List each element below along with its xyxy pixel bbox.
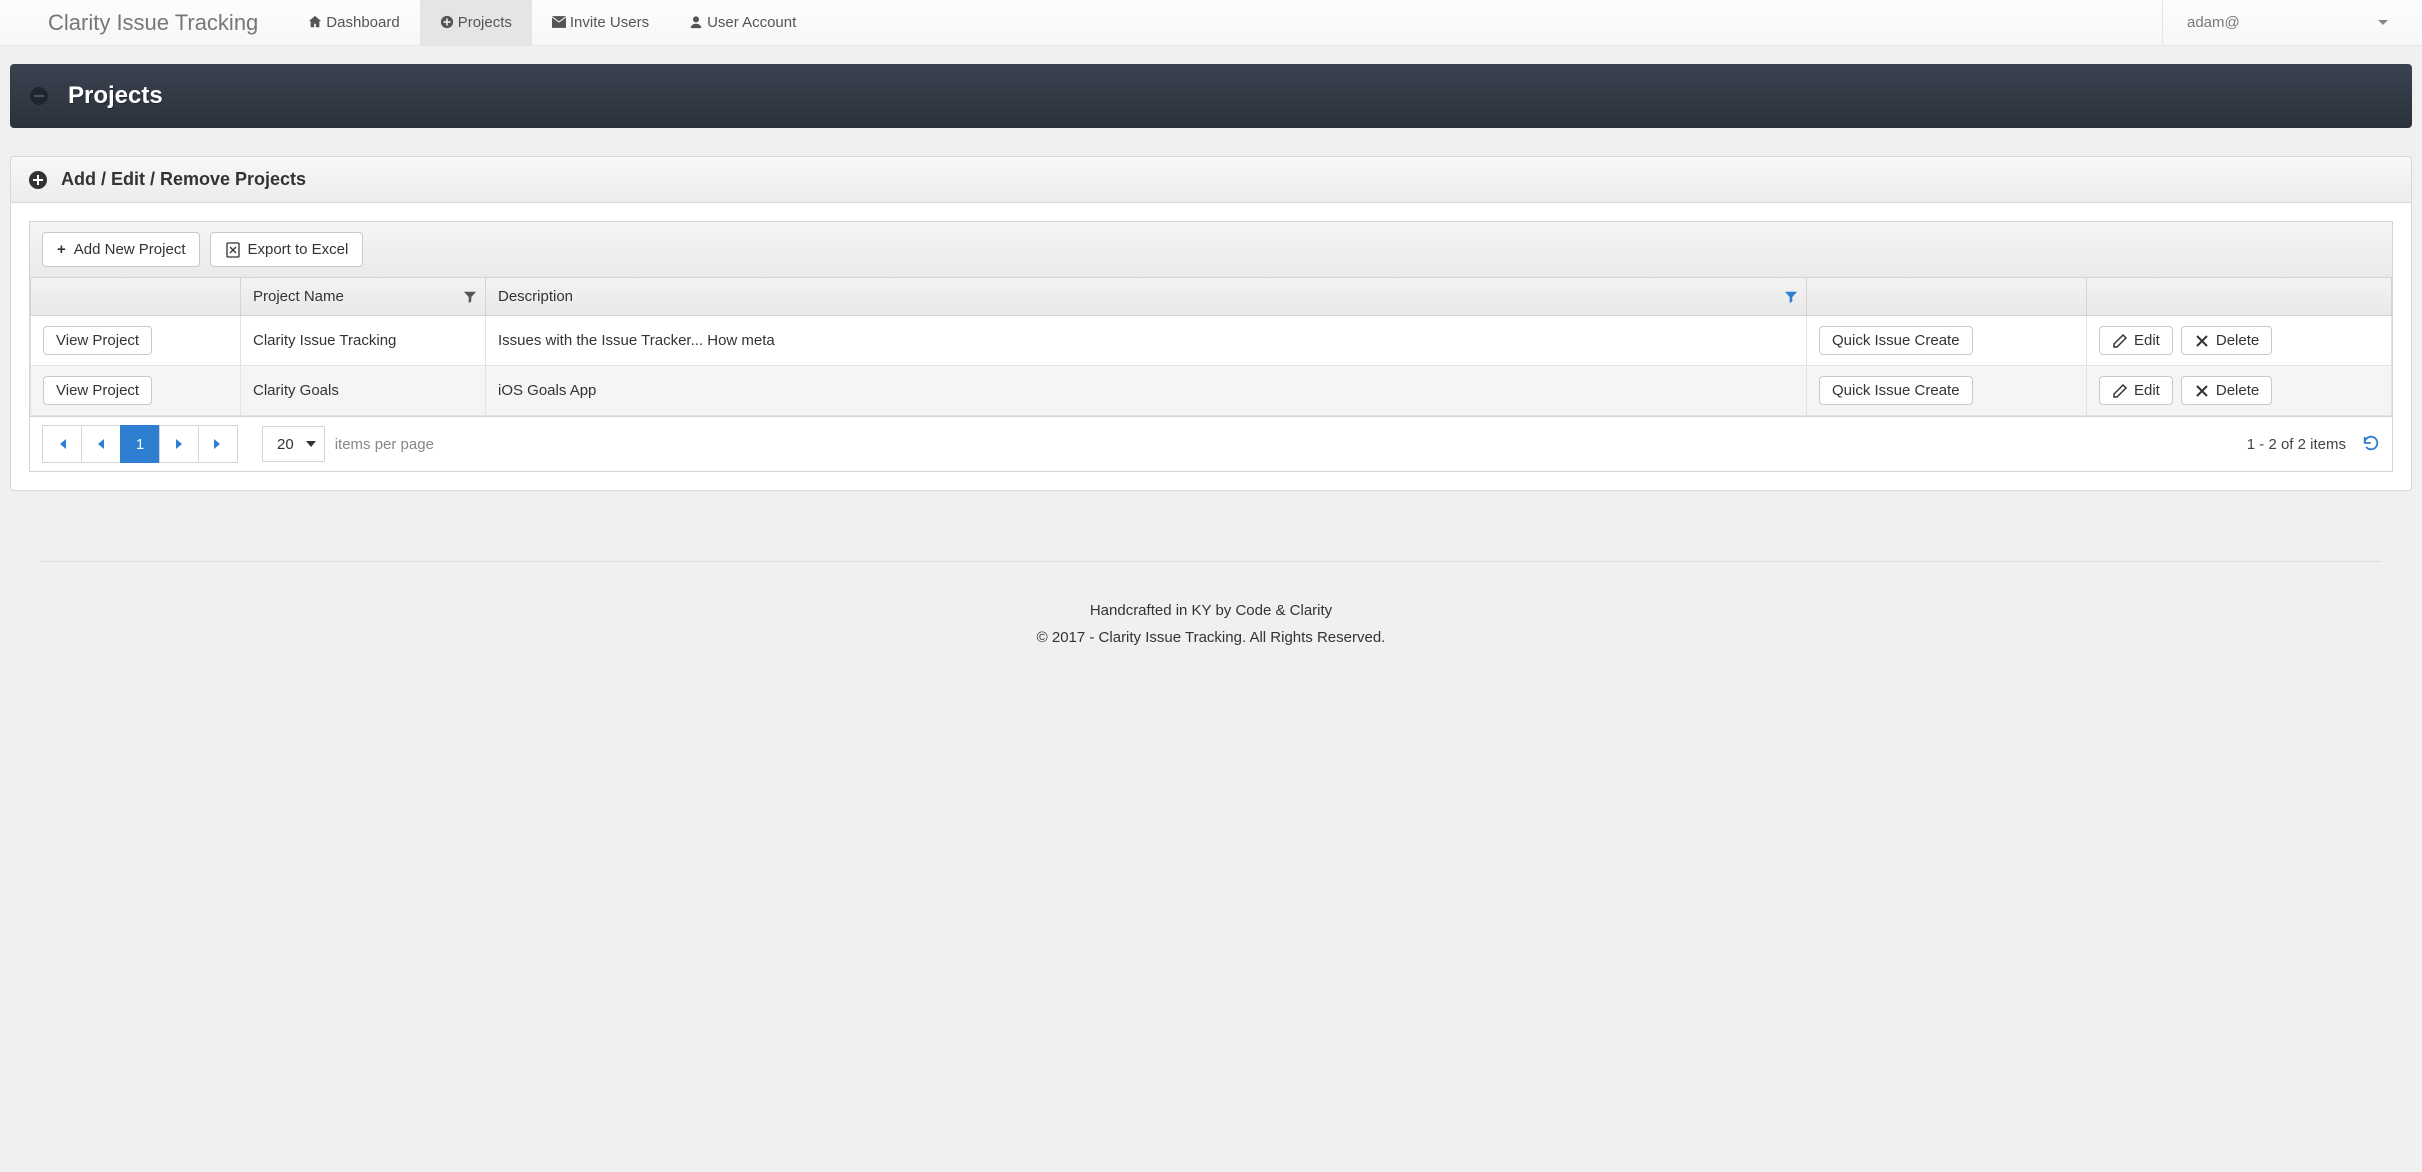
cell-description: Issues with the Issue Tracker... How met… (486, 316, 1807, 366)
plus-circle-icon (29, 171, 47, 189)
pager-next[interactable] (159, 425, 199, 463)
projects-grid: + Add New Project Export to Excel (29, 221, 2393, 472)
nav-projects-label: Projects (458, 14, 512, 31)
table-row: View Project Clarity GoalsiOS Goals App Qu… (31, 366, 2392, 416)
filter-icon[interactable] (1784, 290, 1798, 304)
home-icon (308, 15, 322, 31)
footer-line2: © 2017 - Clarity Issue Tracking. All Rig… (40, 629, 2382, 646)
refresh-button[interactable] (2362, 434, 2380, 455)
quick-issue-button[interactable]: Quick Issue Create (1819, 376, 1973, 405)
caret-down-icon (2378, 20, 2388, 25)
page-size-value: 20 (277, 436, 294, 453)
dropdown-icon (306, 441, 316, 447)
panel-header: Add / Edit / Remove Projects (11, 157, 2411, 203)
nav: Dashboard Projects Invite Users User Acc… (288, 0, 816, 46)
cell-project-name: Clarity Goals (241, 366, 486, 416)
panel-title: Add / Edit / Remove Projects (61, 169, 306, 190)
col-header-desc[interactable]: Description (486, 278, 1807, 316)
pager-prev[interactable] (81, 425, 121, 463)
pencil-icon (2112, 333, 2128, 349)
pager-last[interactable] (198, 425, 238, 463)
edit-button[interactable]: Edit (2099, 376, 2173, 405)
page-header: Projects (10, 64, 2412, 128)
col-header-name[interactable]: Project Name (241, 278, 486, 316)
view-project-button[interactable]: View Project (43, 326, 152, 355)
table-row: View Project Clarity Issue TrackingIssues… (31, 316, 2392, 366)
export-excel-button[interactable]: Export to Excel (210, 232, 363, 267)
content: Projects Add / Edit / Remove Projects + … (0, 46, 2422, 501)
nav-account[interactable]: User Account (669, 0, 816, 46)
pager-first[interactable] (42, 425, 82, 463)
user-menu[interactable]: adam@ (2162, 0, 2412, 46)
view-project-button[interactable]: View Project (43, 376, 152, 405)
add-project-button[interactable]: + Add New Project (42, 232, 200, 267)
pager-label: items per page (335, 436, 434, 453)
nav-dashboard[interactable]: Dashboard (288, 0, 419, 46)
topbar: Clarity Issue Tracking Dashboard Project… (0, 0, 2422, 46)
nav-projects[interactable]: Projects (420, 0, 532, 46)
pencil-icon (2112, 383, 2128, 399)
footer: Handcrafted in KY by Code & Clarity © 20… (40, 561, 2382, 646)
nav-invite-label: Invite Users (570, 14, 649, 31)
refresh-icon (2362, 434, 2380, 452)
nav-invite[interactable]: Invite Users (532, 0, 669, 46)
col-header-desc-label: Description (498, 288, 573, 305)
plus-icon: + (57, 241, 66, 258)
delete-button[interactable]: Delete (2181, 326, 2272, 355)
x-icon (2194, 333, 2210, 349)
delete-button[interactable]: Delete (2181, 376, 2272, 405)
col-header-actions[interactable] (2087, 278, 2392, 316)
grid-pager: 1 20 items per page 1 - 2 of 2 items (30, 416, 2392, 471)
user-icon (689, 15, 703, 31)
filter-icon[interactable] (463, 290, 477, 304)
excel-icon (225, 242, 241, 258)
cell-project-name: Clarity Issue Tracking (241, 316, 486, 366)
grid-toolbar: + Add New Project Export to Excel (30, 222, 2392, 278)
cell-description: iOS Goals App (486, 366, 1807, 416)
user-email: adam@ (2187, 14, 2240, 31)
page-size-select[interactable]: 20 (262, 426, 325, 462)
envelope-icon (552, 15, 566, 31)
x-icon (2194, 383, 2210, 399)
add-project-label: Add New Project (74, 241, 186, 258)
nav-dashboard-label: Dashboard (326, 14, 399, 31)
col-header-quick[interactable] (1807, 278, 2087, 316)
pager-current[interactable]: 1 (120, 425, 160, 463)
projects-panel: Add / Edit / Remove Projects + Add New P… (10, 156, 2412, 491)
collapse-icon[interactable] (30, 87, 48, 105)
quick-issue-button[interactable]: Quick Issue Create (1819, 326, 1973, 355)
page-title: Projects (68, 82, 163, 110)
brand[interactable]: Clarity Issue Tracking (48, 10, 258, 36)
col-header-name-label: Project Name (253, 288, 344, 305)
projects-table: Project Name Description (30, 278, 2392, 416)
nav-account-label: User Account (707, 14, 796, 31)
pager-summary: 1 - 2 of 2 items (2247, 436, 2346, 453)
export-excel-label: Export to Excel (247, 241, 348, 258)
plus-circle-icon (440, 15, 454, 31)
col-header-view[interactable] (31, 278, 241, 316)
edit-button[interactable]: Edit (2099, 326, 2173, 355)
footer-line1: Handcrafted in KY by Code & Clarity (40, 602, 2382, 619)
